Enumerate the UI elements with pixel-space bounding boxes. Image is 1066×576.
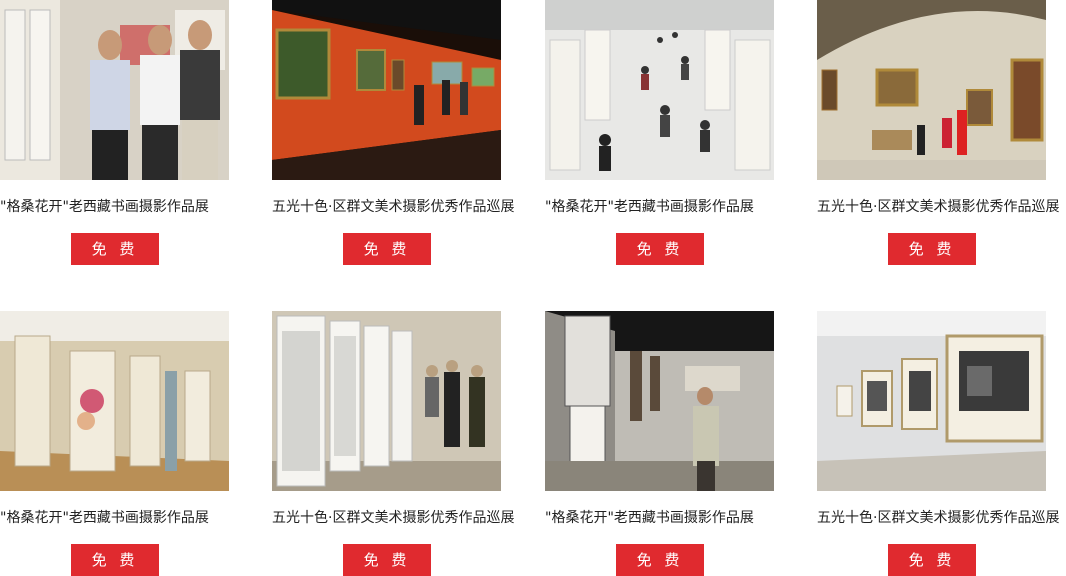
free-button[interactable]: 免 费 xyxy=(888,233,976,265)
exhibition-photo[interactable] xyxy=(272,311,501,491)
free-button[interactable]: 免 费 xyxy=(71,233,159,265)
free-button[interactable]: 免 费 xyxy=(888,544,976,576)
exhibition-photo[interactable] xyxy=(817,311,1046,491)
free-button[interactable]: 免 费 xyxy=(71,544,159,576)
exhibition-title[interactable]: 五光十色·区群文美术摄影优秀作品巡展 xyxy=(272,197,532,217)
exhibition-photo[interactable] xyxy=(0,311,229,491)
free-button[interactable]: 免 费 xyxy=(343,544,431,576)
exhibition-photo[interactable] xyxy=(817,0,1046,180)
free-button[interactable]: 免 费 xyxy=(616,233,704,265)
exhibition-title[interactable]: 五光十色·区群文美术摄影优秀作品巡展 xyxy=(817,197,1066,217)
exhibition-title[interactable]: "格桑花开"老西藏书画摄影作品展 xyxy=(0,508,260,528)
exhibition-photo[interactable] xyxy=(545,311,774,491)
free-button[interactable]: 免 费 xyxy=(616,544,704,576)
exhibition-photo[interactable] xyxy=(545,0,774,180)
exhibition-title[interactable]: "格桑花开"老西藏书画摄影作品展 xyxy=(545,197,805,217)
exhibition-title[interactable]: "格桑花开"老西藏书画摄影作品展 xyxy=(0,197,260,217)
free-button[interactable]: 免 费 xyxy=(343,233,431,265)
exhibition-title[interactable]: "格桑花开"老西藏书画摄影作品展 xyxy=(545,508,805,528)
exhibition-photo[interactable] xyxy=(272,0,501,180)
exhibition-title[interactable]: 五光十色·区群文美术摄影优秀作品巡展 xyxy=(272,508,532,528)
exhibition-photo[interactable] xyxy=(0,0,229,180)
exhibition-title[interactable]: 五光十色·区群文美术摄影优秀作品巡展 xyxy=(817,508,1066,528)
